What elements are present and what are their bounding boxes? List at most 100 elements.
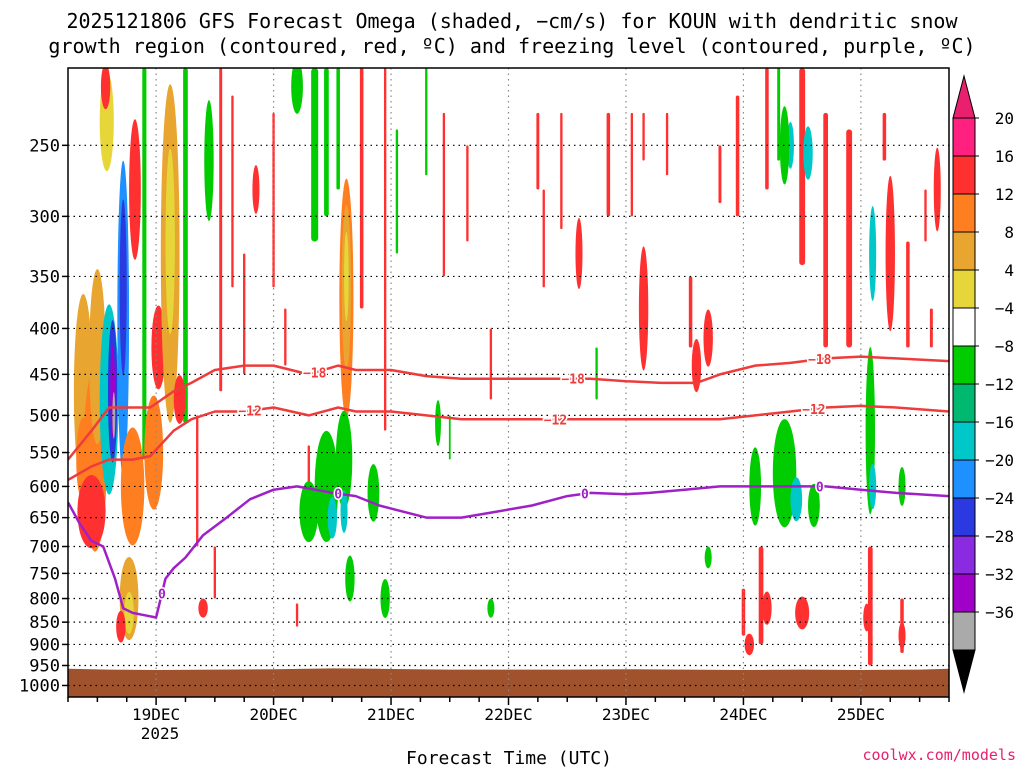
iso-minus12-label: −12 [238, 405, 261, 420]
omega-blob [744, 633, 755, 656]
y-tick-label: 300 [29, 207, 60, 227]
y-tick-label: 550 [29, 444, 60, 464]
omega-streak [642, 112, 645, 161]
omega-blob [367, 464, 380, 522]
omega-streak [536, 112, 540, 190]
omega-blob [790, 477, 803, 522]
colorbar-swatch [952, 383, 976, 423]
colorbar-swatch [952, 231, 976, 271]
colorbar-swatch [952, 193, 976, 233]
omega-streak [284, 308, 287, 366]
omega-blob [638, 246, 649, 371]
omega-blob [703, 309, 713, 367]
omega-blob [487, 598, 495, 618]
omega-streak [295, 603, 299, 627]
iso-minus18-label: −18 [808, 353, 832, 368]
colorbar-swatch [952, 421, 976, 461]
omega-blob [762, 591, 772, 625]
omega-streak [466, 145, 469, 242]
colorbar-swatch [952, 307, 976, 347]
x-tick-label: 25DEC [837, 705, 885, 724]
y-axis: 2503003504004505005506006507007508008509… [19, 136, 68, 696]
colorbar-swatch [952, 155, 976, 195]
omega-streak [718, 145, 722, 204]
omega-blob [345, 555, 355, 602]
omega-streak [777, 68, 781, 161]
x-tick-label: 19DEC [132, 705, 180, 724]
omega-streak [196, 415, 199, 547]
omega-blob [933, 147, 941, 232]
y-tick-label: 1000 [19, 676, 60, 696]
omega-streak [560, 112, 563, 230]
omega-blob [173, 375, 186, 424]
y-tick-label: 400 [29, 319, 60, 339]
freezing-level-label: 0 [334, 488, 342, 503]
omega-blob [779, 106, 790, 185]
omega-blob [704, 546, 712, 569]
omega-streak [542, 189, 545, 288]
omega-streak [448, 415, 451, 460]
omega-streak [765, 68, 769, 190]
omega-streak [846, 129, 853, 348]
colorbar-top-arrow [952, 74, 976, 119]
omega-streak [243, 253, 246, 375]
y-tick-label: 500 [29, 406, 60, 426]
colorbar-label: 16 [995, 147, 1014, 166]
omega-streak [219, 68, 223, 392]
colorbar-label: −32 [985, 565, 1014, 584]
iso-minus12-label: −12 [802, 403, 825, 418]
y-tick-label: 250 [29, 136, 60, 156]
omega-blob [795, 596, 810, 630]
omega-streak [906, 241, 910, 348]
omega-blob [344, 231, 349, 322]
y-tick-label: 800 [29, 590, 60, 610]
omega-streak [823, 112, 829, 348]
omega-blob [116, 610, 126, 643]
omega-streak [630, 112, 634, 217]
credit-link[interactable]: coolwx.com/models [862, 746, 1016, 764]
x-tick-label: 24DEC [719, 705, 767, 724]
colorbar-label: −36 [985, 603, 1014, 622]
omega-streak [213, 546, 217, 599]
omega-blob [803, 126, 813, 180]
y-tick-label: 700 [29, 538, 60, 558]
colorbar-label: 8 [1004, 223, 1014, 242]
omega-blob [869, 463, 877, 510]
omega-streak [383, 68, 387, 431]
colorbar-swatch [952, 269, 976, 309]
colorbar-label: −16 [985, 413, 1014, 432]
omega-streak [735, 95, 740, 217]
omega-blob [165, 148, 175, 335]
colorbar-swatch [952, 535, 976, 575]
chart-title-line-2: growth region (contoured, red, ºC) and f… [48, 34, 975, 58]
colorbar-label: −12 [985, 375, 1014, 394]
omega-streak [142, 68, 147, 460]
colorbar-label: 4 [1004, 261, 1014, 280]
freezing-level-label: 0 [816, 480, 824, 495]
colorbar-bottom-arrow [952, 649, 976, 694]
omega-blob [100, 68, 111, 110]
colorbar-label: 12 [995, 185, 1014, 204]
omega-blob [869, 206, 877, 301]
colorbar-label: −24 [985, 489, 1014, 508]
omega-streak [231, 95, 234, 288]
omega-blob [863, 603, 871, 632]
omega-streak [665, 112, 669, 176]
omega-blob [885, 175, 895, 332]
omega-time-height-chart: 2025121806 GFS Forecast Omega (shaded, −… [19, 9, 1016, 768]
y-tick-label: 950 [29, 656, 60, 676]
omega-streak [395, 129, 399, 254]
omega-blob [204, 100, 214, 222]
colorbar-label: −28 [985, 527, 1014, 546]
omega-blob [691, 338, 702, 393]
omega-blob [575, 217, 583, 290]
colorbar-swatch [952, 497, 976, 537]
iso-minus12-label: −12 [544, 413, 567, 428]
y-tick-label: 900 [29, 635, 60, 655]
x-axis-year-label: 2025 [141, 724, 180, 743]
colorbar-swatch [952, 573, 976, 613]
chart-title-line-1: 2025121806 GFS Forecast Omega (shaded, −… [66, 9, 958, 33]
omega-blob [119, 199, 127, 376]
y-tick-label: 350 [29, 267, 60, 287]
omega-streak [758, 546, 764, 645]
